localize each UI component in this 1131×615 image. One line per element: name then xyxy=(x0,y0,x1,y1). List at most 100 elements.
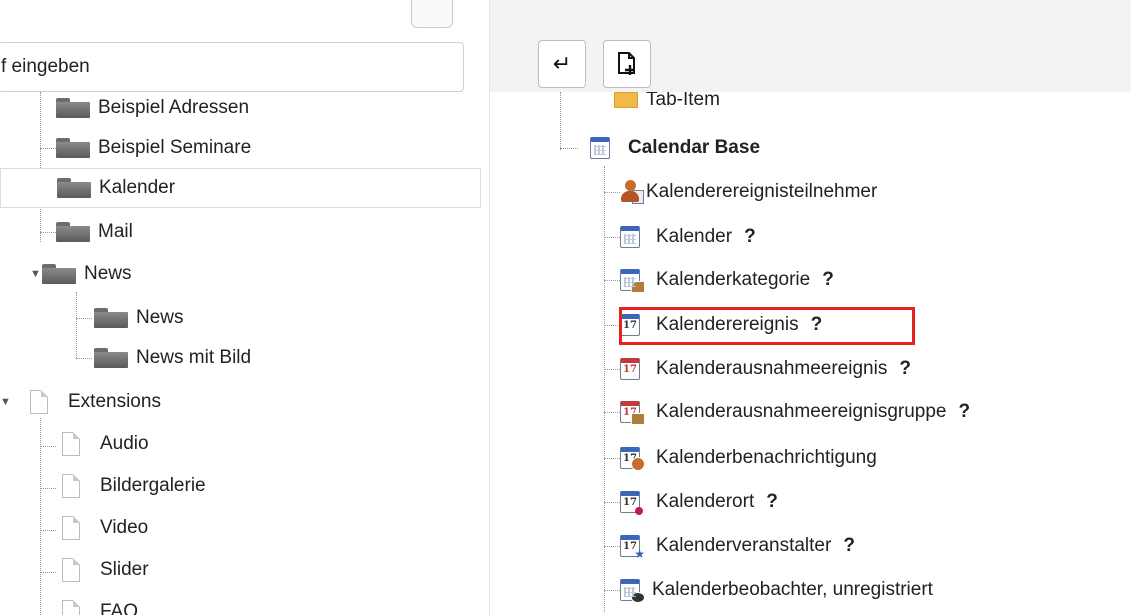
tree-item-kalenderkategorie[interactable]: Kalenderkategorie ? xyxy=(620,260,834,300)
tree-item-label: Kalenderausnahmeereignis xyxy=(656,358,888,379)
expand-arrow-icon[interactable]: ▼ xyxy=(30,268,41,280)
tree-item-label: Kalenderort xyxy=(656,491,755,512)
tree-item-label: Tab-Item xyxy=(646,92,720,110)
tree-item-kalenderereignisteilnehmer[interactable]: Kalenderereignisteilnehmer xyxy=(620,172,877,212)
calendar-icon xyxy=(590,137,610,159)
tree-line xyxy=(604,369,620,370)
tree-item-news[interactable]: News xyxy=(94,298,184,338)
tree-item-video[interactable]: Video xyxy=(62,508,148,548)
tree-item-news-mit-bild[interactable]: News mit Bild xyxy=(94,338,251,378)
tree-line xyxy=(604,192,620,193)
tree-item-label: Extensions xyxy=(68,391,161,412)
page-icon xyxy=(62,600,80,615)
tree-item-label: Kalenderbeobachter, unregistriert xyxy=(652,579,933,600)
tree-line xyxy=(604,237,620,238)
tree-item-label: FAQ xyxy=(100,601,139,615)
tree-item-kalenderbeobachter[interactable]: Kalenderbeobachter, unregistriert xyxy=(620,570,933,610)
tree-item-kalenderausnahmeereignis[interactable]: 17 Kalenderausnahmeereignis ? xyxy=(620,349,911,389)
folder-icon xyxy=(42,264,76,284)
page-icon xyxy=(62,432,80,456)
page-icon xyxy=(62,516,80,540)
help-icon[interactable]: ? xyxy=(766,491,778,513)
tree-item-news-parent[interactable]: ▼ News xyxy=(30,254,132,294)
calendar-event-icon: 17 xyxy=(620,314,640,336)
tree-item-beispiel-seminare[interactable]: Beispiel Seminare xyxy=(56,128,251,168)
tree-line xyxy=(40,232,56,233)
tree-item-label: Beispiel Seminare xyxy=(98,137,252,158)
calendar-exception-group-icon: 17 xyxy=(620,401,645,425)
calendar-location-icon: 17 xyxy=(620,491,643,515)
enter-icon: ↵ xyxy=(552,51,572,76)
tree-item-bildergalerie[interactable]: Bildergalerie xyxy=(62,466,206,506)
help-icon[interactable]: ? xyxy=(744,226,756,248)
tree-item-mail[interactable]: Mail xyxy=(56,212,133,252)
folder-icon xyxy=(56,222,90,242)
tree-item-kalender[interactable]: Kalender xyxy=(0,168,481,208)
toolbar-button-partial[interactable] xyxy=(411,0,453,28)
expand-arrow-icon[interactable]: ▼ xyxy=(0,396,11,408)
tree-item-kalenderereignis[interactable]: 17 Kalenderereignis ? xyxy=(620,305,822,345)
tree-line xyxy=(604,412,620,413)
tree-item-kalenderveranstalter[interactable]: 17 ★ Kalenderveranstalter ? xyxy=(620,526,855,566)
tree-line xyxy=(604,590,620,591)
tree-item-kalenderbenachrichtigung[interactable]: 17 Kalenderbenachrichtigung xyxy=(620,438,877,478)
tree-group-calendar-base[interactable]: Calendar Base xyxy=(590,128,760,168)
calendar-notification-icon: 17 xyxy=(620,447,645,471)
help-icon[interactable]: ? xyxy=(843,535,855,557)
tree-group-label: Calendar Base xyxy=(628,137,761,158)
help-icon[interactable]: ? xyxy=(822,269,834,291)
content-type-tree: Tab-Item Calendar Base Kalenderereignist… xyxy=(490,92,1131,615)
help-icon[interactable]: ? xyxy=(899,358,911,380)
tree-line xyxy=(604,458,620,459)
folder-icon xyxy=(56,98,90,118)
tree-item-label: News xyxy=(136,307,184,328)
tree-item-kalenderort[interactable]: 17 Kalenderort ? xyxy=(620,482,778,522)
folder-icon xyxy=(56,138,90,158)
tree-item-label: Kalenderausnahmeereignisgruppe xyxy=(656,401,947,422)
tree-line xyxy=(604,280,620,281)
tree-item-extensions[interactable]: ▼ Extensions xyxy=(0,382,161,422)
tree-item-tab-item[interactable]: Tab-Item xyxy=(614,92,720,120)
tree-item-label: Mail xyxy=(98,221,133,242)
tree-item-kalender[interactable]: Kalender ? xyxy=(620,217,756,257)
left-panel: Beispiel Adressen Beispiel Seminare Kale… xyxy=(0,0,490,615)
tree-line xyxy=(604,325,620,326)
calendar-category-icon xyxy=(620,269,645,293)
tree-line xyxy=(76,318,92,319)
tree-item-label: News mit Bild xyxy=(136,347,252,368)
tree-line xyxy=(40,148,56,149)
tree-line xyxy=(40,488,56,489)
tree-line xyxy=(40,446,56,447)
tree-item-beispiel-adressen[interactable]: Beispiel Adressen xyxy=(56,88,249,128)
folder-icon xyxy=(94,308,128,328)
tree-item-label: Kalenderereignisteilnehmer xyxy=(646,181,878,202)
tree-line xyxy=(76,358,92,359)
folder-icon xyxy=(57,178,91,198)
tree-item-label: Video xyxy=(100,517,149,538)
search-input[interactable] xyxy=(0,42,464,92)
tree-line xyxy=(40,530,56,531)
page-icon xyxy=(62,558,80,582)
page-tree: Beispiel Adressen Beispiel Seminare Kale… xyxy=(0,0,489,615)
help-icon[interactable]: ? xyxy=(811,314,823,336)
tree-item-audio[interactable]: Audio xyxy=(62,424,149,464)
calendar-organizer-icon: 17 ★ xyxy=(620,535,645,560)
tree-line xyxy=(76,292,77,358)
tree-line xyxy=(604,502,620,503)
tree-line xyxy=(40,418,41,615)
tree-item-label: Kalender xyxy=(99,177,176,198)
tree-item-label: Beispiel Adressen xyxy=(98,97,250,118)
tree-item-label: News xyxy=(84,263,132,284)
new-page-button[interactable] xyxy=(603,40,651,88)
tree-item-faq[interactable]: FAQ xyxy=(62,592,138,615)
tree-line xyxy=(40,572,56,573)
calendar-observer-icon xyxy=(620,579,645,603)
page-icon xyxy=(62,474,80,498)
new-page-icon xyxy=(618,52,635,75)
help-icon[interactable]: ? xyxy=(958,401,970,423)
tree-item-label: Kalenderbenachrichtigung xyxy=(656,447,877,468)
enter-button[interactable]: ↵ xyxy=(538,40,586,88)
left-topbar xyxy=(0,0,490,38)
tree-item-kalenderausnahmeereignisgruppe[interactable]: 17 Kalenderausnahmeereignisgruppe ? xyxy=(620,392,970,432)
tree-item-slider[interactable]: Slider xyxy=(62,550,149,590)
